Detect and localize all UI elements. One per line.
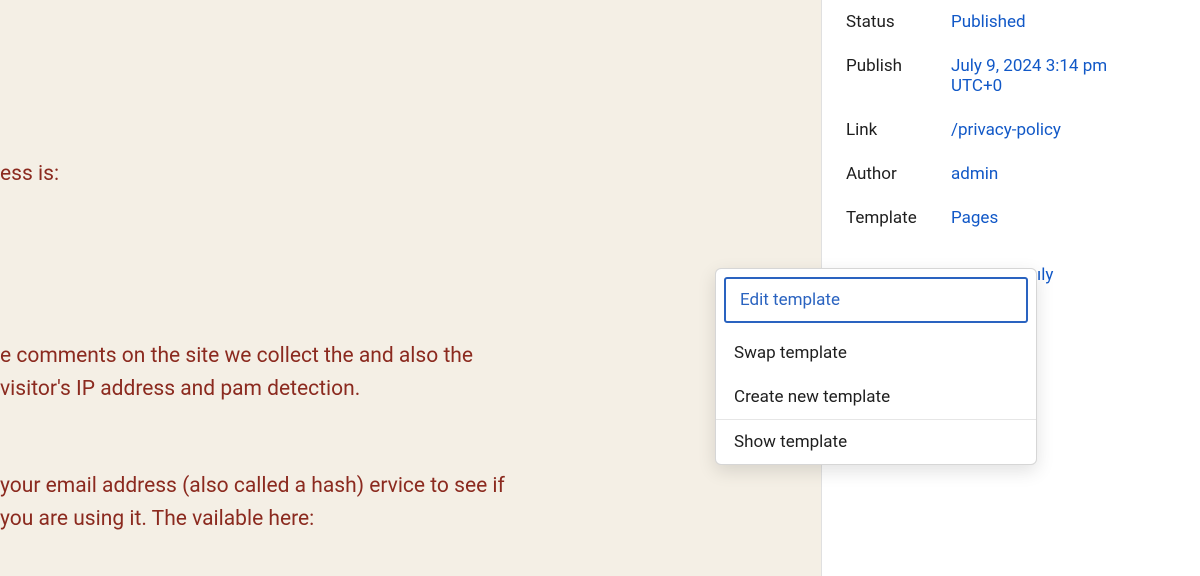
meta-value-link[interactable]: /privacy-policy [951, 120, 1176, 140]
meta-label-publish: Publish [846, 56, 951, 76]
meta-row-link[interactable]: Link /privacy-policy [822, 108, 1200, 152]
menu-item-create-template[interactable]: Create new template [716, 375, 1036, 419]
body-paragraph-comments: e comments on the site we collect the an… [0, 340, 520, 405]
meta-value-status[interactable]: Published [951, 12, 1176, 32]
meta-row-publish[interactable]: Publish July 9, 2024 3:14 pm UTC+0 [822, 44, 1200, 108]
publish-datetime: July 9, 2024 3:14 pm [951, 56, 1107, 76]
template-actions-menu: Edit template Swap template Create new t… [715, 268, 1037, 465]
obscured-value-fragment: ıly [1035, 265, 1053, 285]
menu-item-swap-template[interactable]: Swap template [716, 331, 1036, 375]
body-paragraph-address: ess is: [0, 158, 59, 191]
meta-value-publish[interactable]: July 9, 2024 3:14 pm UTC+0 [951, 56, 1176, 96]
meta-value-template[interactable]: Pages [951, 208, 1176, 228]
menu-item-show-template[interactable]: Show template [716, 420, 1036, 464]
meta-label-author: Author [846, 164, 951, 184]
meta-label-link: Link [846, 120, 951, 140]
meta-row-status[interactable]: Status Published [822, 0, 1200, 44]
meta-label-status: Status [846, 12, 951, 32]
menu-item-edit-template[interactable]: Edit template [724, 277, 1028, 323]
meta-row-author[interactable]: Author admin [822, 152, 1200, 196]
meta-label-template: Template [846, 208, 951, 228]
meta-value-author[interactable]: admin [951, 164, 1176, 184]
meta-row-template[interactable]: Template Pages [822, 196, 1200, 240]
editor-content-area[interactable]: y ess is: e comments on the site we coll… [0, 0, 820, 576]
body-paragraph-gravatar: your email address (also called a hash) … [0, 470, 520, 535]
publish-timezone: UTC+0 [951, 76, 1176, 96]
